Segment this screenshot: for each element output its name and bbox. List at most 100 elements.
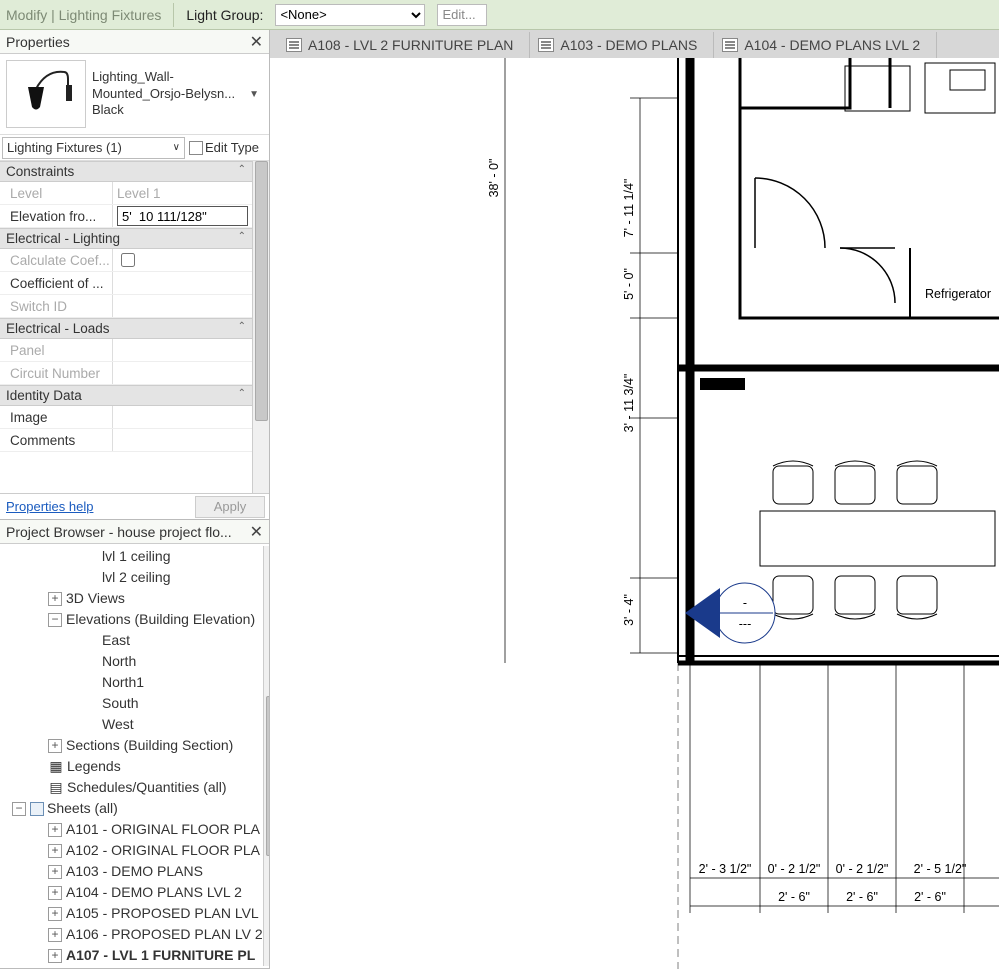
tree-item[interactable]: ▦Legends [4,756,263,777]
expand-icon[interactable]: + [48,823,62,837]
sched-icon: ▤ [48,781,64,795]
expand-icon[interactable]: + [48,592,62,606]
svg-text:-: - [743,596,747,610]
svg-text:7' - 11 1/4": 7' - 11 1/4" [622,179,636,238]
properties-titlebar[interactable]: Properties ✕ [0,30,269,54]
tree-item[interactable]: +A103 - DEMO PLANS [4,861,263,882]
tree-item[interactable]: South [4,693,263,714]
svg-text:0' - 2 1/2": 0' - 2 1/2" [768,862,821,876]
tree-label: Elevations (Building Elevation) [66,609,255,630]
prop-circuit[interactable]: Circuit Number [0,362,252,385]
expand-icon[interactable]: − [12,802,26,816]
tree-item[interactable]: East [4,630,263,651]
expand-icon[interactable]: + [48,949,62,963]
close-icon[interactable]: ✕ [250,522,263,542]
tree-label: A105 - PROPOSED PLAN LVL [66,903,259,924]
prop-panel[interactable]: Panel [0,339,252,362]
prop-level[interactable]: LevelLevel 1 [0,182,252,205]
context-tab-label: Modify | Lighting Fixtures [6,7,161,23]
tree-label: A104 - DEMO PLANS LVL 2 [66,882,242,903]
tree-item[interactable]: ▤Schedules/Quantities (all) [4,777,263,798]
tree-label: Legends [67,756,121,777]
tree-item[interactable]: +3D Views [4,588,263,609]
svg-text:5' - 0": 5' - 0" [622,268,636,300]
group-elec-loads[interactable]: Electrical - Loads⌃ [0,318,252,339]
view-tab[interactable]: A104 - DEMO PLANS LVL 2 [714,32,937,58]
light-group-label: Light Group: [186,7,263,23]
browser-titlebar[interactable]: Project Browser - house project flo... ✕ [0,520,269,544]
floor-plan-drawing: Refrigerator - --- [270,58,999,969]
tree-item[interactable]: lvl 1 ceiling [4,546,263,567]
type-selector[interactable]: Lighting_Wall- Mounted_Orsjo-Belysn... B… [0,54,269,135]
expand-icon[interactable]: − [48,613,62,627]
prop-coef-util[interactable]: Coefficient of ... [0,272,252,295]
prop-switch-id[interactable]: Switch ID [0,295,252,318]
light-group-edit-button[interactable]: Edit... [437,4,487,26]
calc-coef-checkbox[interactable] [121,253,135,267]
tree-item[interactable]: West [4,714,263,735]
group-elec-lighting[interactable]: Electrical - Lighting⌃ [0,228,252,249]
tree-item[interactable]: + Sections (Building Section) [4,735,263,756]
tree-item[interactable]: + A105 - PROPOSED PLAN LVL [4,903,263,924]
sheet-icon [30,802,44,816]
tree-label: East [102,630,130,651]
tree-item[interactable]: + A101 - ORIGINAL FLOOR PLA [4,819,263,840]
svg-text:38' - 0": 38' - 0" [487,159,501,198]
prop-calc-coef[interactable]: Calculate Coef... [0,249,252,272]
properties-scrollbar[interactable] [252,161,269,493]
tree-label: Schedules/Quantities (all) [67,777,227,798]
light-group-select[interactable]: <None> [275,4,425,26]
svg-text:2' - 6": 2' - 6" [846,890,878,904]
tree-label: A101 - ORIGINAL FLOOR PLA [66,819,260,840]
properties-title: Properties [6,34,250,50]
expand-icon[interactable]: + [48,739,62,753]
elevation-input[interactable] [117,206,248,226]
tree-item[interactable]: North1 [4,672,263,693]
tree-item[interactable]: North [4,651,263,672]
group-constraints[interactable]: Constraints⌃ [0,161,252,182]
sheet-icon [286,38,302,52]
expand-icon[interactable]: + [48,865,62,879]
browser-scrollbar[interactable] [263,546,269,966]
view-tab[interactable]: A103 - DEMO PLANS [530,32,714,58]
browser-tree[interactable]: lvl 1 ceilinglvl 2 ceiling+3D Views−Elev… [4,546,263,966]
expand-icon[interactable]: + [48,844,62,858]
tree-label: 3D Views [66,588,125,609]
tree-item[interactable]: lvl 2 ceiling [4,567,263,588]
tree-item[interactable]: + A104 - DEMO PLANS LVL 2 [4,882,263,903]
expand-icon[interactable]: + [48,886,62,900]
prop-elevation[interactable]: Elevation fro... [0,205,252,228]
view-tab[interactable]: A108 - LVL 2 FURNITURE PLAN [278,32,530,58]
chevron-down-icon[interactable]: ▼ [245,89,263,100]
svg-text:3' - 11 3/4": 3' - 11 3/4" [622,374,636,433]
tree-label: A107 - LVL 1 FURNITURE PL [66,945,255,966]
tree-label: South [102,693,139,714]
properties-help-link[interactable]: Properties help [0,499,191,514]
prop-comments[interactable]: Comments [0,429,252,452]
prop-image[interactable]: Image [0,406,252,429]
view-tabs: A108 - LVL 2 FURNITURE PLAN A103 - DEMO … [270,30,999,58]
options-bar: Modify | Lighting Fixtures Light Group: … [0,0,999,30]
drawing-viewport[interactable]: Refrigerator - --- [270,58,999,969]
expand-icon[interactable]: + [48,907,62,921]
group-identity[interactable]: Identity Data⌃ [0,385,252,406]
expand-icon[interactable]: + [48,928,62,942]
tree-label: Sections (Building Section) [66,735,233,756]
svg-text:0' - 2 1/2": 0' - 2 1/2" [836,862,889,876]
tree-item[interactable]: −Sheets (all) [4,798,263,819]
sheet-icon [722,38,738,52]
filter-combo[interactable]: Lighting Fixtures (1)∨ [2,137,185,159]
close-icon[interactable]: ✕ [250,32,263,52]
tree-label: lvl 2 ceiling [102,567,170,588]
properties-table: Constraints⌃ LevelLevel 1 Elevation fro.… [0,161,252,493]
project-browser: Project Browser - house project flo... ✕… [0,520,269,969]
tree-item[interactable]: −Elevations (Building Elevation) [4,609,263,630]
tree-label: A106 - PROPOSED PLAN LV 2 [66,924,263,945]
tree-item[interactable]: +A102 - ORIGINAL FLOOR PLA [4,840,263,861]
tree-item[interactable]: + A106 - PROPOSED PLAN LV 2 [4,924,263,945]
apply-button[interactable]: Apply [195,496,265,518]
edit-type-button[interactable]: Edit Type [187,140,269,155]
tree-item[interactable]: + A107 - LVL 1 FURNITURE PL [4,945,263,966]
type-name: Lighting_Wall- Mounted_Orsjo-Belysn... B… [92,69,239,120]
tree-label: North1 [102,672,144,693]
